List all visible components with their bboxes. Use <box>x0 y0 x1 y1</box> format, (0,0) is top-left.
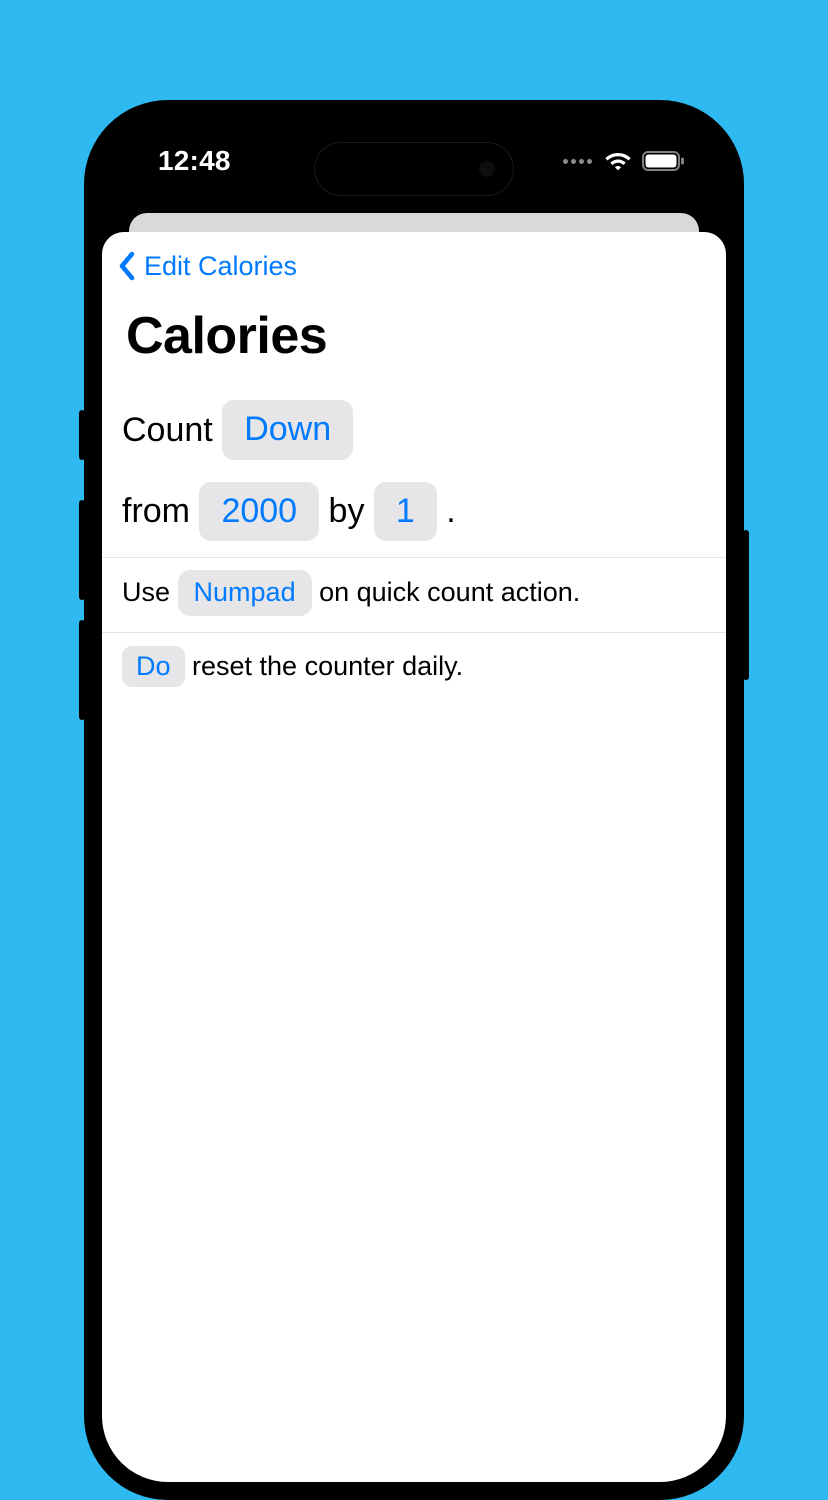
nav-bar: Edit Calories <box>102 232 726 290</box>
status-bar: 12:48 <box>102 118 726 204</box>
page-title: Calories <box>102 290 726 388</box>
label-from: from <box>122 484 199 538</box>
row-quick-action: Use Numpad on quick count action. <box>102 557 726 632</box>
phone-side-button <box>743 530 749 680</box>
phone-side-button <box>79 410 85 460</box>
dynamic-island <box>314 142 514 196</box>
status-right <box>563 150 686 172</box>
direction-picker[interactable]: Down <box>222 400 353 460</box>
label-quick-action-suffix: on quick count action. <box>312 571 581 614</box>
settings-sheet: Edit Calories Calories Count Down from 2… <box>102 232 726 1482</box>
battery-icon <box>642 150 686 172</box>
step-value-field[interactable]: 1 <box>374 482 437 542</box>
label-count: Count <box>122 403 222 457</box>
status-time: 12:48 <box>158 145 231 177</box>
label-use: Use <box>122 571 178 614</box>
label-period: . <box>437 484 456 538</box>
status-dots-icon <box>563 159 592 164</box>
reset-choice-picker[interactable]: Do <box>122 646 185 688</box>
row-reset-daily: Do reset the counter daily. <box>102 632 726 704</box>
start-value-field[interactable]: 2000 <box>199 482 319 542</box>
keyboard-picker[interactable]: Numpad <box>178 570 312 616</box>
row-count-direction: Count Down from 2000 by 1 . <box>102 388 726 557</box>
phone-frame: 12:48 <box>84 100 744 1500</box>
phone-side-button <box>79 620 85 720</box>
wifi-icon <box>604 150 632 172</box>
back-chevron-icon[interactable] <box>116 250 138 282</box>
phone-screen: 12:48 <box>102 118 726 1482</box>
label-by: by <box>319 484 374 538</box>
label-reset-suffix: reset the counter daily. <box>185 645 464 688</box>
phone-side-button <box>79 500 85 600</box>
back-button-label[interactable]: Edit Calories <box>144 251 297 282</box>
